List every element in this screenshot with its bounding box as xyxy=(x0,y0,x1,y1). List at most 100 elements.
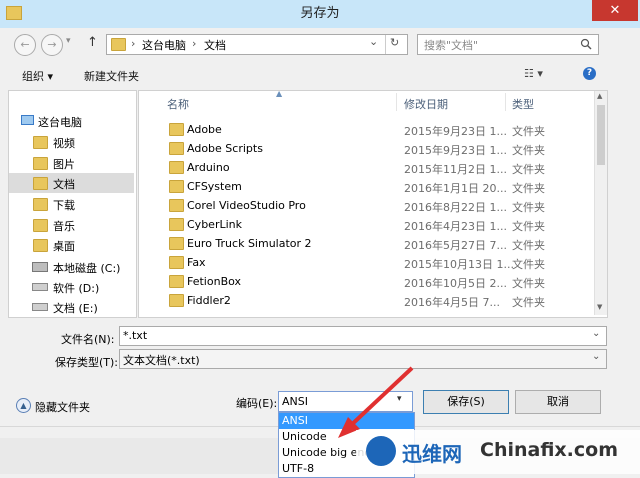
file-type: 文件夹 xyxy=(512,144,545,157)
breadcrumb-documents[interactable]: 文档 xyxy=(204,37,226,53)
navigation-pane[interactable]: 这台电脑 视频 图片 文档 下载 音乐 桌面 本地磁盘 (C:) 软件 (D:)… xyxy=(8,90,137,318)
file-date: 2015年9月23日 1... xyxy=(404,125,507,138)
up-button[interactable]: ↑ xyxy=(87,35,98,50)
file-type: 文件夹 xyxy=(512,201,545,214)
folder-icon xyxy=(169,237,184,250)
sidebar-item-label: 软件 (D:) xyxy=(53,282,100,295)
sidebar-item-label: 桌面 xyxy=(53,240,75,253)
pictures-folder-icon xyxy=(33,157,48,170)
folder-icon xyxy=(169,142,184,155)
watermark: 迅维网 Chinafix.com xyxy=(356,430,640,474)
file-row[interactable]: Fiddler2 2016年4月5日 7... 文件夹 xyxy=(139,291,594,310)
file-type: 文件夹 xyxy=(512,182,545,195)
file-name: Fiddler2 xyxy=(187,294,231,307)
scroll-thumb[interactable] xyxy=(597,105,605,165)
file-row[interactable]: Adobe 2015年9月23日 1... 文件夹 xyxy=(139,120,594,139)
chevron-up-icon: ▲ xyxy=(16,398,31,413)
filename-dropdown-icon[interactable]: ⌄ xyxy=(592,328,600,339)
vertical-scrollbar[interactable]: ▲ ▼ xyxy=(594,91,607,315)
help-icon[interactable]: ? xyxy=(583,67,596,80)
file-name: FetionBox xyxy=(187,275,242,288)
file-date: 2015年11月2日 1... xyxy=(404,163,507,176)
file-date: 2016年5月27日 7... xyxy=(404,239,507,252)
scroll-down-icon[interactable]: ▼ xyxy=(597,303,602,311)
file-row[interactable]: Arduino 2015年11月2日 1... 文件夹 xyxy=(139,158,594,177)
file-row[interactable]: FetionBox 2016年10月5日 2... 文件夹 xyxy=(139,272,594,291)
sidebar-item-label: 这台电脑 xyxy=(38,116,82,129)
cancel-button[interactable]: 取消 xyxy=(515,390,601,414)
file-name: Adobe xyxy=(187,123,222,136)
file-row[interactable]: Corel VideoStudio Pro 2016年8月22日 1... 文件… xyxy=(139,196,594,215)
recent-locations-icon[interactable]: ▾ xyxy=(66,36,71,46)
file-name: Euro Truck Simulator 2 xyxy=(187,237,312,250)
breadcrumb-this-pc[interactable]: 这台电脑 xyxy=(142,37,186,53)
view-options-button[interactable]: ☷ ▾ xyxy=(524,67,543,80)
filename-input[interactable]: *.txt ⌄ xyxy=(119,326,607,346)
back-button[interactable]: ← xyxy=(14,34,36,56)
search-input[interactable]: 搜索"文档" xyxy=(417,34,599,55)
file-type-value: 文本文档(*.txt) xyxy=(123,354,200,367)
music-folder-icon xyxy=(33,219,48,232)
column-header-modified[interactable]: 修改日期 xyxy=(404,96,448,112)
file-type-label: 保存类型(T): xyxy=(55,356,119,369)
search-placeholder: 搜索"文档" xyxy=(424,39,479,52)
column-header-name[interactable]: 名称 xyxy=(167,96,189,112)
file-date: 2016年10月5日 2... xyxy=(404,277,507,290)
watermark-en: Chinafix.com xyxy=(480,439,619,461)
close-button[interactable]: ✕ xyxy=(592,0,638,21)
address-divider xyxy=(385,35,386,54)
file-type-dropdown-icon[interactable]: ⌄ xyxy=(592,351,600,362)
sidebar-item-label: 下载 xyxy=(53,199,75,212)
computer-icon xyxy=(21,115,34,125)
downloads-folder-icon xyxy=(33,198,48,211)
window-title: 另存为 xyxy=(300,6,340,21)
file-row[interactable]: CyberLink 2016年4月23日 1... 文件夹 xyxy=(139,215,594,234)
sidebar-item-music[interactable]: 音乐 xyxy=(9,215,134,235)
file-name: CFSystem xyxy=(187,180,242,193)
sidebar-item-disk-c[interactable]: 本地磁盘 (C:) xyxy=(9,257,134,277)
hide-folders-toggle[interactable]: ▲ 隐藏文件夹 xyxy=(16,398,106,414)
file-row[interactable]: CFSystem 2016年1月1日 20... 文件夹 xyxy=(139,177,594,196)
column-header-type[interactable]: 类型 xyxy=(512,96,534,112)
address-bar[interactable]: › 这台电脑 › 文档 ⌄ ↻ xyxy=(106,34,408,55)
file-name: Adobe Scripts xyxy=(187,142,263,155)
sidebar-item-this-pc[interactable]: 这台电脑 xyxy=(9,111,134,131)
file-date: 2015年9月23日 1... xyxy=(404,144,507,157)
sidebar-item-downloads[interactable]: 下载 xyxy=(9,194,134,214)
file-list[interactable]: ▲ 名称 修改日期 类型 Adobe 2015年9月23日 1... 文件夹 A… xyxy=(138,90,608,318)
documents-folder-icon xyxy=(111,38,126,51)
folder-icon xyxy=(169,256,184,269)
new-folder-button[interactable]: 新建文件夹 xyxy=(84,68,139,84)
folder-icon xyxy=(169,123,184,136)
sidebar-item-desktop[interactable]: 桌面 xyxy=(9,235,134,255)
sidebar-item-disk-d[interactable]: 软件 (D:) xyxy=(9,277,134,297)
scroll-up-icon[interactable]: ▲ xyxy=(597,92,602,100)
filename-label: 文件名(N): xyxy=(61,333,115,346)
file-row[interactable]: Euro Truck Simulator 2 2016年5月27日 7... 文… xyxy=(139,234,594,253)
file-row[interactable]: Fax 2015年10月13日 1... 文件夹 xyxy=(139,253,594,272)
sidebar-item-disk-e[interactable]: 文档 (E:) xyxy=(9,297,134,317)
drive-icon xyxy=(32,283,48,291)
file-type: 文件夹 xyxy=(512,239,545,252)
search-icon xyxy=(580,38,592,50)
breadcrumb-sep-icon: › xyxy=(131,37,136,50)
disk-icon xyxy=(32,262,48,272)
sidebar-item-documents[interactable]: 文档 xyxy=(9,173,134,193)
save-button[interactable]: 保存(S) xyxy=(423,390,509,414)
sidebar-item-pictures[interactable]: 图片 xyxy=(9,153,134,173)
refresh-icon[interactable]: ↻ xyxy=(390,36,399,49)
address-dropdown-icon[interactable]: ⌄ xyxy=(369,35,378,48)
organize-menu[interactable]: 组织 ▾ xyxy=(22,68,53,84)
breadcrumb-sep-icon: › xyxy=(192,37,197,50)
sidebar-item-label: 音乐 xyxy=(53,220,75,233)
folder-icon xyxy=(169,275,184,288)
file-date: 2016年8月22日 1... xyxy=(404,201,507,214)
sidebar-item-videos[interactable]: 视频 xyxy=(9,132,134,152)
forward-button[interactable]: → xyxy=(41,34,63,56)
folder-icon xyxy=(169,218,184,231)
sidebar-item-label: 文档 xyxy=(53,178,75,191)
file-row[interactable]: Adobe Scripts 2015年9月23日 1... 文件夹 xyxy=(139,139,594,158)
sidebar-item-label: 图片 xyxy=(53,158,75,171)
file-date: 2016年1月1日 20... xyxy=(404,182,507,195)
folder-app-icon xyxy=(6,6,22,20)
